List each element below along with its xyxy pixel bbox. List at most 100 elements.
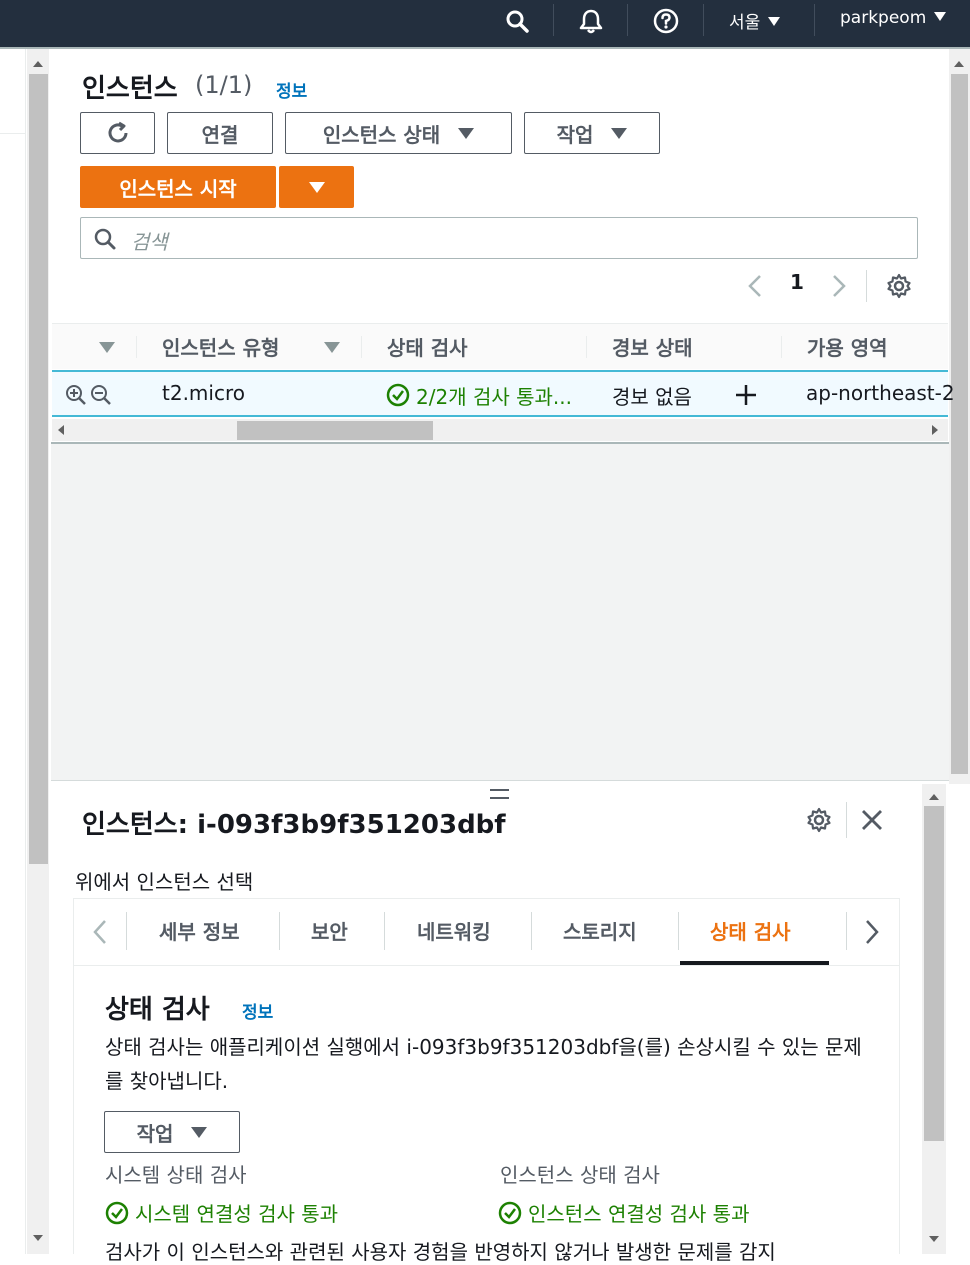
prev-page-icon[interactable] [746, 273, 764, 299]
actions-dropdown[interactable]: 작업 [104, 1111, 240, 1153]
actions-label: 작업 [556, 122, 594, 147]
instance-state-dropdown[interactable]: 인스턴스 상태 [285, 112, 512, 154]
info-link[interactable]: 정보 [276, 77, 307, 102]
instance-count: (1/1) [195, 71, 253, 99]
sort-icon[interactable] [99, 342, 115, 353]
divider [678, 912, 679, 950]
caret-down-icon [191, 1126, 208, 1138]
left-scrollbar[interactable] [27, 49, 49, 1254]
divider [781, 336, 782, 358]
active-tab-indicator [680, 961, 829, 965]
search-input[interactable]: 검색 [80, 217, 918, 259]
divider [846, 912, 847, 950]
instance-state-label: 인스턴스 상태 [322, 122, 441, 147]
tab-networking[interactable]: 네트워킹 [417, 916, 491, 945]
scroll-up-arrow[interactable] [954, 61, 964, 67]
column-header-instance-type[interactable]: 인스턴스 유형 [162, 332, 279, 361]
sort-icon[interactable] [324, 342, 340, 353]
connect-button[interactable]: 연결 [167, 112, 273, 154]
page-title: 인스턴스 [82, 74, 178, 104]
check-circle-icon [105, 1201, 129, 1224]
check-circle-icon [498, 1201, 522, 1224]
divider [279, 912, 280, 950]
top-navigation-bar: 서울 parkpeom [0, 0, 970, 47]
search-icon[interactable] [502, 6, 532, 36]
scroll-up-arrow[interactable] [33, 61, 43, 67]
caret-down-icon [458, 127, 475, 139]
scroll-right-arrow[interactable] [932, 425, 938, 435]
instance-check-label: 인스턴스 상태 검사 [500, 1163, 660, 1187]
table-row[interactable]: t2.micro 2/2개 검사 통과... 경보 없음 ap-northeas… [52, 370, 955, 417]
scroll-left-arrow[interactable] [58, 425, 64, 435]
launch-options-dropdown[interactable] [279, 166, 354, 208]
launch-instance-button[interactable]: 인스턴스 시작 [80, 166, 276, 208]
scroll-thumb[interactable] [29, 74, 48, 864]
caret-down-icon [308, 181, 325, 193]
scroll-up-arrow[interactable] [929, 794, 939, 800]
info-link[interactable]: 정보 [242, 998, 273, 1023]
scroll-down-arrow[interactable] [33, 1235, 43, 1241]
cell-alarm-status: 경보 없음 [612, 385, 692, 409]
table-horizontal-scrollbar[interactable] [52, 419, 948, 441]
section-description: 상태 검사는 애플리케이션 실행에서 i-093f3b9f351203dbf을(… [105, 1035, 862, 1093]
divider [126, 912, 127, 950]
detail-title: 인스턴스: i-093f3b9f351203dbf [82, 810, 506, 840]
next-page-icon[interactable] [830, 273, 848, 299]
scroll-thumb[interactable] [951, 74, 968, 774]
scroll-thumb[interactable] [924, 806, 944, 1141]
user-menu[interactable]: parkpeom [840, 8, 947, 28]
divider [136, 336, 137, 358]
gear-icon[interactable] [885, 272, 913, 300]
table-header: 인스턴스 유형 상태 검사 경보 상태 가용 영역 [52, 323, 948, 369]
bell-icon[interactable] [576, 6, 606, 36]
zoom-in-icon[interactable] [65, 384, 87, 406]
gear-icon[interactable] [805, 806, 833, 834]
tab-storage[interactable]: 스토리지 [563, 916, 637, 945]
divider [0, 133, 26, 134]
close-icon[interactable] [861, 809, 883, 831]
divider [553, 4, 554, 36]
divider [361, 336, 362, 358]
chevron-right-icon[interactable] [863, 918, 881, 946]
caret-down-icon [768, 17, 781, 26]
column-header-alarm-status[interactable]: 경보 상태 [612, 332, 693, 361]
column-header-status-check[interactable]: 상태 검사 [387, 332, 468, 361]
main-scrollbar[interactable] [949, 49, 970, 784]
system-check-label: 시스템 상태 검사 [105, 1163, 247, 1187]
tab-details[interactable]: 세부 정보 [159, 916, 240, 945]
divider [846, 802, 847, 838]
help-icon[interactable] [651, 6, 681, 36]
region-label: 서울 [729, 13, 761, 33]
region-selector[interactable]: 서울 [729, 8, 781, 33]
cell-status-check[interactable]: 2/2개 검사 통과... [416, 381, 572, 410]
chevron-left-icon[interactable] [91, 918, 109, 946]
tab-security[interactable]: 보안 [311, 916, 348, 945]
instance-check-status: 인스턴스 연결성 검사 통과 [498, 1198, 749, 1227]
scroll-thumb[interactable] [237, 421, 433, 440]
refresh-button[interactable] [80, 112, 155, 154]
search-placeholder: 검색 [131, 230, 168, 254]
divider [814, 4, 815, 36]
add-alarm-icon[interactable] [735, 384, 757, 406]
column-header-availability-zone[interactable]: 가용 영역 [807, 332, 888, 361]
caret-down-icon [934, 12, 947, 21]
page-number[interactable]: 1 [790, 270, 804, 294]
scroll-down-arrow[interactable] [929, 1236, 939, 1242]
detail-subtitle: 위에서 인스턴스 선택 [75, 870, 254, 894]
divider [531, 912, 532, 950]
actions-dropdown[interactable]: 작업 [524, 112, 660, 154]
divider [866, 270, 867, 302]
resize-handle[interactable] [490, 789, 509, 799]
tab-status-checks[interactable]: 상태 검사 [710, 916, 791, 945]
check-circle-icon [386, 383, 410, 407]
zoom-out-icon[interactable] [90, 384, 112, 406]
caret-down-icon [611, 127, 628, 139]
detail-scrollbar[interactable] [922, 784, 946, 1254]
section-title: 상태 검사 [105, 995, 210, 1025]
panel-border [51, 442, 949, 444]
divider [586, 336, 587, 358]
truncated-description: 검사가 이 인스턴스와 관련된 사용자 경험을 반영하지 않거나 발생한 문제를… [105, 1240, 776, 1264]
divider [703, 4, 704, 36]
cell-instance-type: t2.micro [162, 381, 245, 405]
divider [627, 4, 628, 36]
